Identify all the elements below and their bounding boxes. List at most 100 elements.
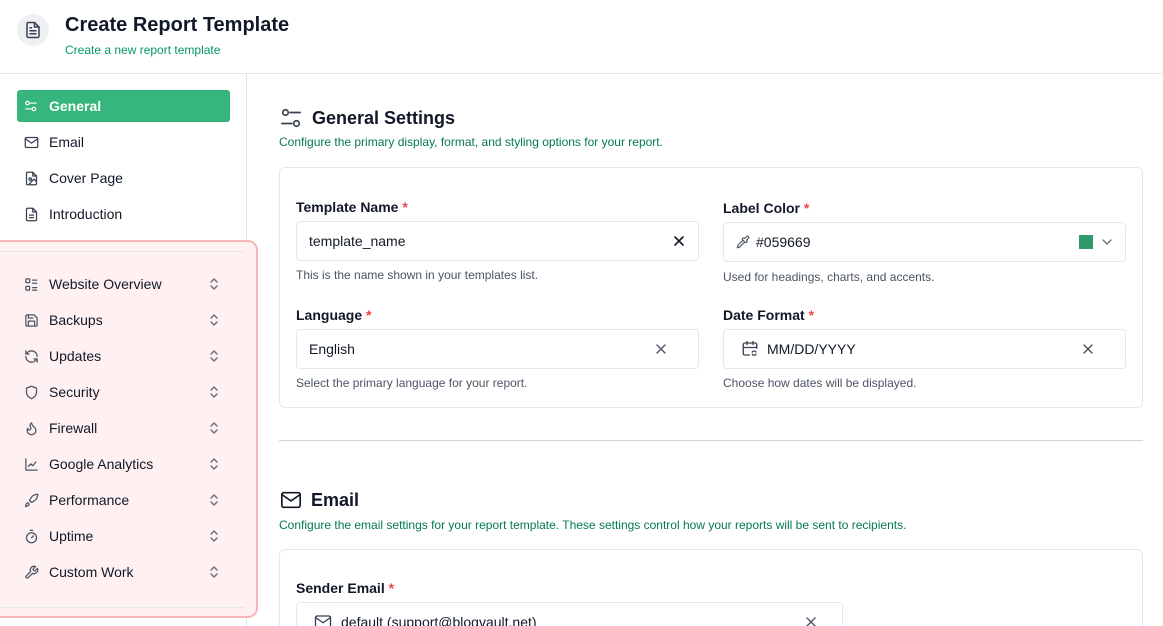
- sidebar-item-label: General: [49, 98, 102, 114]
- input-value: template_name: [309, 233, 406, 249]
- mail-icon: [314, 613, 332, 626]
- sidebar-item-label: Performance: [49, 492, 130, 508]
- template-name-label: Template Name *: [296, 199, 408, 215]
- page-header: Create Report Template Create a new repo…: [0, 0, 1163, 74]
- chevrons-up-down-icon[interactable]: [209, 384, 219, 400]
- timer-icon: [23, 528, 39, 544]
- field-label-text: Language: [296, 307, 363, 323]
- clear-icon[interactable]: [654, 342, 668, 356]
- sidebar-item-security[interactable]: Security: [23, 380, 223, 404]
- language-select[interactable]: English: [296, 329, 699, 369]
- sidebar-item-label: Website Overview: [49, 276, 162, 292]
- page-title: Create Report Template: [65, 14, 290, 36]
- sidebar-item-cover-page[interactable]: Cover Page: [17, 162, 230, 194]
- sidebar-item-website-overview[interactable]: Website Overview: [23, 272, 223, 296]
- sidebar-item-uptime[interactable]: Uptime: [23, 524, 223, 548]
- input-value: English: [309, 341, 355, 357]
- sidebar-item-google-analytics[interactable]: Google Analytics: [23, 452, 223, 476]
- chevrons-up-down-icon[interactable]: [209, 312, 219, 328]
- clear-icon[interactable]: [804, 615, 818, 626]
- divider: [0, 251, 245, 252]
- mail-icon: [280, 489, 302, 511]
- sidebar-item-label: Backups: [49, 312, 103, 328]
- chevrons-up-down-icon[interactable]: [209, 348, 219, 364]
- color-swatch: [1079, 235, 1093, 249]
- template-name-input[interactable]: template_name: [296, 221, 699, 261]
- sidebar-item-performance[interactable]: Performance: [23, 488, 223, 512]
- field-label-text: Label Color: [723, 200, 801, 216]
- chevrons-up-down-icon[interactable]: [209, 456, 219, 472]
- sidebar-item-label: Uptime: [49, 528, 94, 544]
- clear-icon[interactable]: [1081, 342, 1095, 356]
- shield-icon: [23, 384, 39, 400]
- sidebar-item-custom-work[interactable]: Custom Work: [23, 560, 223, 584]
- email-description: Configure the email settings for your re…: [279, 518, 907, 532]
- sidebar-item-updates[interactable]: Updates: [23, 344, 223, 368]
- rocket-icon: [23, 492, 39, 508]
- sidebar-item-label: Custom Work: [49, 564, 134, 580]
- file-text-icon: [17, 14, 49, 46]
- general-settings-heading: General Settings: [280, 107, 455, 129]
- required-marker: *: [366, 307, 372, 323]
- field-label-text: Date Format: [723, 307, 805, 323]
- input-value: MM/DD/YYYY: [767, 341, 856, 357]
- language-help: Select the primary language for your rep…: [296, 376, 528, 390]
- sidebar-item-firewall[interactable]: Firewall: [23, 416, 223, 440]
- sidebar-item-label: Security: [49, 384, 100, 400]
- page-subtitle: Create a new report template: [65, 43, 221, 57]
- date-format-label: Date Format *: [723, 307, 814, 323]
- sidebar-item-introduction[interactable]: Introduction: [17, 198, 230, 230]
- sidebar-item-general[interactable]: General: [17, 90, 230, 122]
- email-heading: Email: [280, 489, 359, 511]
- required-marker: *: [402, 199, 408, 215]
- main-content: General Settings Configure the primary d…: [248, 74, 1163, 626]
- section-title: General Settings: [312, 107, 456, 128]
- save-icon: [23, 312, 39, 328]
- flame-icon: [23, 420, 39, 436]
- sliders-icon: [280, 107, 302, 129]
- input-value: #059669: [756, 234, 811, 250]
- sender-email-select[interactable]: default (support@blogvault.net): [296, 602, 843, 626]
- sliders-icon: [23, 98, 39, 114]
- chart-line-icon: [23, 456, 39, 472]
- refresh-icon: [23, 348, 39, 364]
- sidebar-item-label: Introduction: [49, 206, 123, 222]
- sidebar-item-label: Updates: [49, 348, 102, 364]
- email-settings-card: Sender Email * default (support@blogvaul…: [279, 549, 1143, 626]
- general-settings-description: Configure the primary display, format, a…: [279, 135, 663, 149]
- report-sections-list: Website Overview Backups Updates Securit…: [0, 240, 258, 618]
- chevron-down-icon[interactable]: [1101, 236, 1113, 248]
- sidebar-item-label: Cover Page: [49, 170, 123, 186]
- label-color-help: Used for headings, charts, and accents.: [723, 270, 935, 284]
- sidebar-item-label: Email: [49, 134, 85, 150]
- required-marker: *: [803, 200, 810, 216]
- section-divider: [279, 440, 1143, 441]
- file-text-icon: [23, 206, 39, 222]
- field-label-text: Template Name: [296, 199, 399, 215]
- wrench-icon: [23, 564, 39, 580]
- chevrons-up-down-icon[interactable]: [209, 276, 219, 292]
- label-color-picker[interactable]: #059669: [723, 222, 1126, 262]
- required-marker: *: [808, 307, 815, 323]
- chevrons-up-down-icon[interactable]: [209, 564, 219, 580]
- sidebar: General Email Cover Page Introduction We…: [0, 74, 258, 626]
- mail-icon: [23, 134, 39, 150]
- chevrons-up-down-icon[interactable]: [209, 492, 219, 508]
- file-image-icon: [23, 170, 39, 186]
- date-format-help: Choose how dates will be displayed.: [723, 376, 917, 390]
- sidebar-item-label: Firewall: [49, 420, 98, 436]
- calendar-sync-icon: [741, 340, 759, 358]
- pipette-icon[interactable]: [736, 235, 750, 249]
- sidebar-item-label: Google Analytics: [49, 456, 154, 472]
- template-name-help: This is the name shown in your templates…: [296, 268, 539, 282]
- chevrons-up-down-icon[interactable]: [209, 528, 219, 544]
- sidebar-item-backups[interactable]: Backups: [23, 308, 223, 332]
- sender-email-label: Sender Email *: [296, 580, 394, 596]
- chevrons-up-down-icon[interactable]: [209, 420, 219, 436]
- clear-icon[interactable]: [672, 234, 686, 248]
- section-title: Email: [311, 489, 360, 510]
- date-format-select[interactable]: MM/DD/YYYY: [723, 329, 1126, 369]
- sidebar-item-email[interactable]: Email: [17, 126, 230, 158]
- input-value: default (support@blogvault.net): [341, 614, 537, 626]
- divider: [0, 607, 245, 608]
